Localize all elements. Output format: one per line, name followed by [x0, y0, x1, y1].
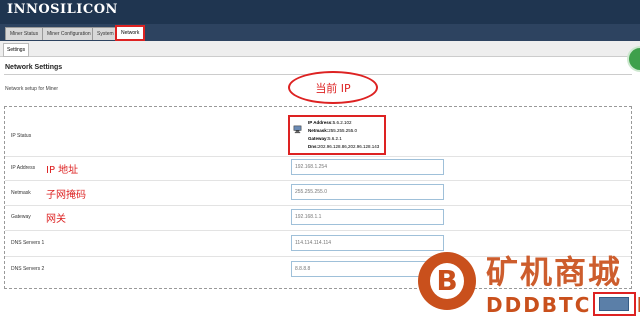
ip-address-input[interactable]: 192.168.1.254	[291, 159, 444, 175]
ip-status-label: IP Status	[11, 133, 32, 139]
ip-address-annotation: IP 地址	[46, 165, 79, 176]
row-divider	[5, 156, 631, 157]
row-divider	[5, 230, 631, 231]
gateway-key: Gateway:	[308, 136, 329, 141]
save-button-highlight	[593, 292, 636, 316]
netmask-input[interactable]: 255.255.255.0	[291, 184, 444, 200]
watermark-cn: 矿机商城	[486, 253, 623, 291]
bitcoin-logo-icon: B	[418, 252, 476, 310]
tab-settings[interactable]: Settings	[3, 43, 30, 57]
netmask-label: Netmask	[11, 190, 31, 196]
sub-tabs: Settings	[0, 41, 640, 57]
section-description: Network setup for Miner	[5, 86, 59, 92]
page-title: Network Settings	[5, 64, 63, 71]
dns1-input[interactable]: 114.114.114.114	[291, 235, 444, 251]
tab-miner-status[interactable]: Miner Status	[5, 27, 44, 40]
watermark-glyph: B	[436, 264, 458, 297]
netmask-annotation: 子网掩码	[46, 190, 86, 201]
ip-status-box: IP Address:5.6.2.102 Netmask:255.255.255…	[288, 115, 386, 155]
row-divider	[5, 180, 631, 181]
save-indicator-icon[interactable]	[627, 46, 640, 72]
top-bar: INNOSILICON	[0, 0, 640, 24]
dns1-label: DNS Servers 1	[11, 240, 45, 246]
network-icon	[293, 125, 302, 134]
tab-miner-configuration[interactable]: Miner Configuration	[42, 27, 96, 40]
netmask-value: 255.255.255.0	[328, 128, 358, 133]
tab-network[interactable]: Network	[115, 25, 146, 41]
gateway-value: 5.6.2.1	[328, 136, 342, 141]
app-logo: INNOSILICON	[7, 2, 118, 17]
gateway-annotation: 网关	[46, 214, 66, 225]
netmask-key: Netmask:	[308, 128, 329, 133]
dns2-label: DNS Servers 2	[11, 266, 45, 272]
dns-value: 202.96.128.86,202.96.128.143	[318, 144, 380, 149]
gateway-input[interactable]: 192.168.1.1	[291, 209, 444, 225]
save-button[interactable]	[599, 297, 629, 311]
dns-key: Dns:	[308, 144, 318, 149]
ip-address-value: 5.6.2.102	[332, 120, 352, 125]
gateway-label: Gateway	[11, 214, 31, 220]
callout-text: 当前 IP	[315, 82, 351, 95]
current-ip-callout: 当前 IP	[288, 71, 378, 104]
ip-address-key: IP Address:	[308, 120, 333, 125]
ip-address-label: IP Address	[11, 165, 36, 171]
main-tabs: Miner Status Miner Configuration System …	[0, 24, 640, 41]
row-divider	[5, 205, 631, 206]
